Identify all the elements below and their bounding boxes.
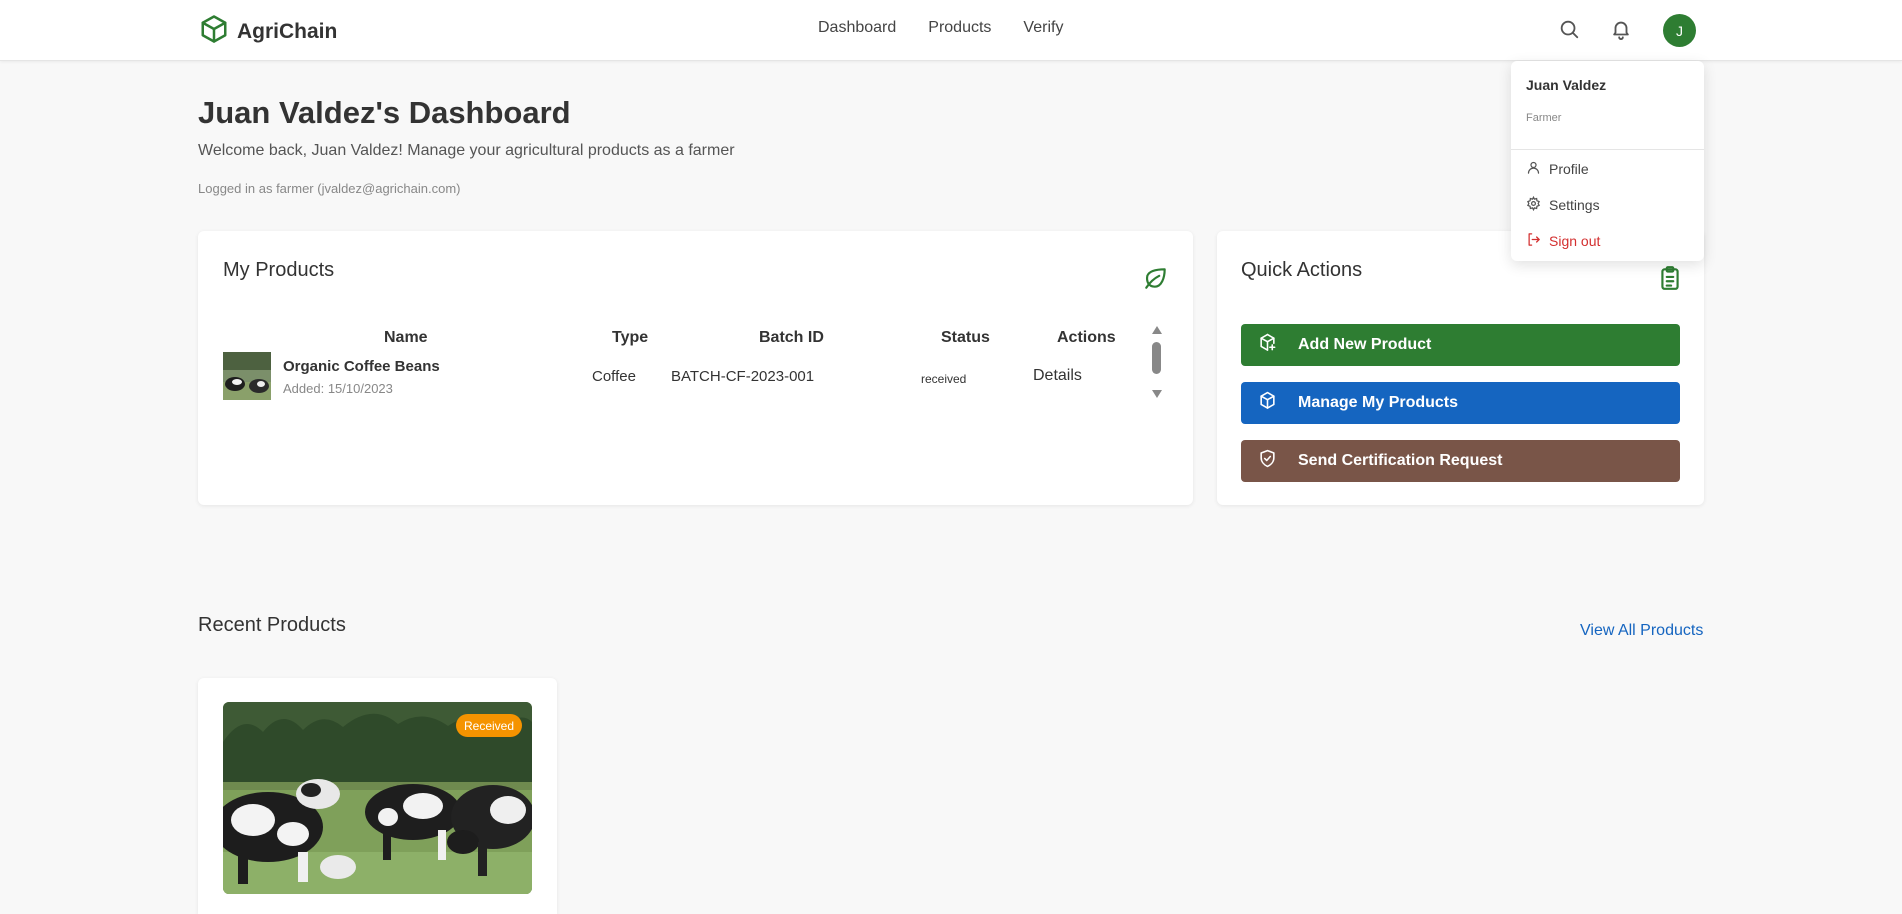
quick-actions-card: Quick Actions Add New Product Manage My … — [1217, 231, 1704, 505]
bell-icon[interactable] — [1610, 18, 1634, 42]
view-all-products-link[interactable]: View All Products — [1580, 622, 1703, 640]
brand[interactable]: AgriChain — [199, 14, 337, 49]
menu-item-label: Settings — [1549, 197, 1600, 213]
send-certification-request-button[interactable]: Send Certification Request — [1241, 440, 1680, 482]
column-header-type: Type — [612, 329, 649, 346]
gear-icon — [1526, 195, 1541, 214]
my-products-card: My Products Name Type Batch ID Status Ac… — [198, 231, 1193, 505]
button-label: Manage My Products — [1298, 394, 1459, 411]
product-batch-id: BATCH-CF-2023-001 — [671, 368, 815, 385]
sign-out-icon — [1526, 232, 1541, 250]
menu-item-label: Profile — [1549, 161, 1589, 177]
product-thumbnail — [223, 352, 271, 400]
status-badge: Received — [456, 714, 523, 737]
nav-products[interactable]: Products — [928, 19, 991, 37]
user-menu-dropdown: Juan Valdez Farmer Profile Settings Sign… — [1511, 61, 1704, 261]
manage-my-products-button[interactable]: Manage My Products — [1241, 382, 1680, 424]
package-icon — [1258, 391, 1277, 415]
main-nav: Dashboard Products Verify — [818, 19, 1063, 37]
divider — [1511, 149, 1704, 150]
column-header-batch-id: Batch ID — [759, 329, 824, 346]
nav-dashboard[interactable]: Dashboard — [818, 19, 896, 37]
user-menu-name: Juan Valdez — [1526, 77, 1607, 93]
cube-icon — [199, 14, 229, 49]
logged-in-text: Logged in as farmer (jvaldez@agrichain.c… — [198, 181, 461, 196]
column-header-name: Name — [384, 329, 428, 346]
add-new-product-button[interactable]: Add New Product — [1241, 324, 1680, 366]
product-added-date: Added: 15/10/2023 — [283, 381, 393, 396]
leaf-icon — [1143, 265, 1169, 291]
nav-verify[interactable]: Verify — [1023, 19, 1063, 37]
scroll-down-arrow[interactable] — [1152, 390, 1162, 398]
user-icon — [1526, 160, 1541, 178]
product-type: Coffee — [592, 368, 636, 385]
button-label: Send Certification Request — [1298, 452, 1503, 469]
search-icon[interactable] — [1558, 18, 1582, 42]
menu-item-label: Sign out — [1549, 233, 1601, 249]
recent-products-title: Recent Products — [198, 614, 346, 636]
status-badge: received — [921, 372, 967, 386]
menu-item-sign-out[interactable]: Sign out — [1526, 232, 1600, 250]
card-title: My Products — [223, 259, 335, 281]
button-label: Add New Product — [1298, 336, 1432, 353]
scroll-up-arrow[interactable] — [1152, 326, 1162, 334]
menu-item-settings[interactable]: Settings — [1526, 195, 1600, 214]
scrollbar-thumb[interactable] — [1152, 342, 1161, 374]
details-link[interactable]: Details — [1033, 367, 1082, 385]
top-navbar: AgriChain Dashboard Products Verify J — [0, 0, 1902, 61]
clipboard-icon — [1657, 265, 1683, 291]
package-plus-icon — [1258, 333, 1277, 357]
product-name: Organic Coffee Beans — [283, 358, 440, 375]
menu-item-profile[interactable]: Profile — [1526, 160, 1589, 178]
user-menu-role: Farmer — [1526, 112, 1562, 124]
welcome-text: Welcome back, Juan Valdez! Manage your a… — [198, 142, 735, 159]
page-title: Juan Valdez's Dashboard — [198, 95, 571, 130]
column-header-actions: Actions — [1057, 329, 1116, 346]
column-header-status: Status — [941, 329, 990, 346]
brand-name: AgriChain — [237, 19, 338, 43]
card-title: Quick Actions — [1241, 259, 1363, 281]
avatar[interactable]: J — [1663, 14, 1696, 47]
shield-check-icon — [1258, 449, 1277, 473]
